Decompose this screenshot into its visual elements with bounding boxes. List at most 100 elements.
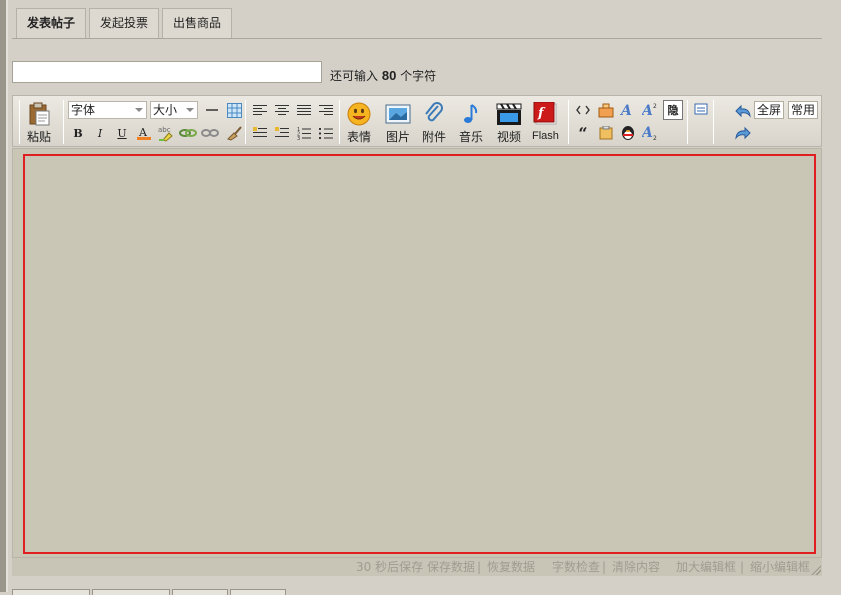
bottom-button-stub[interactable]	[12, 589, 90, 595]
align-justify-button[interactable]	[295, 101, 313, 119]
bottom-button-stub[interactable]	[92, 589, 170, 595]
free-tag-button[interactable]	[597, 101, 615, 119]
attachment-label: 附件	[422, 130, 447, 144]
bottom-button-stub[interactable]	[172, 589, 228, 595]
tab-start-poll[interactable]: 发起投票	[89, 8, 160, 38]
ordered-list-icon: 123	[297, 127, 311, 140]
font-size-value: 大小	[153, 103, 178, 117]
font-family-select[interactable]: 字体	[68, 101, 147, 119]
insert-table-button[interactable]	[225, 101, 243, 119]
paste-button[interactable]: 粘贴	[27, 102, 51, 145]
music-label: 音乐	[459, 130, 484, 144]
char-count-check-link[interactable]: 字数检查	[552, 558, 600, 576]
remaining-count: 80	[381, 68, 397, 83]
flash-icon: f	[533, 102, 557, 125]
ordered-list-button[interactable]: 123	[295, 124, 313, 142]
font-color-button[interactable]: A	[135, 124, 153, 142]
qq-button[interactable]	[619, 124, 637, 142]
font-color-icon: A	[137, 126, 151, 140]
emoticon-button[interactable]: 表情	[347, 102, 371, 145]
common-mode-button[interactable]: 常用	[788, 101, 819, 119]
bottom-button-stub[interactable]	[230, 589, 286, 595]
font-a-icon: A	[620, 103, 632, 118]
bold-button[interactable]: B	[69, 124, 87, 142]
rich-text-editor: 粘贴 字体 大小 B I U A abc 1 2 3 表情 图片 附件 音乐 视…	[12, 95, 822, 579]
bullet-list-icon	[319, 127, 333, 139]
subscript-button[interactable]: A2	[641, 124, 659, 142]
image-label: 图片	[385, 130, 410, 144]
image-icon	[385, 104, 411, 124]
unlink-button[interactable]	[201, 124, 219, 142]
window-left-edge-highlight	[6, 0, 8, 592]
editor-toolbar: 粘贴 字体 大小 B I U A abc 1 2 3 表情 图片 附件 音乐 视…	[12, 95, 822, 147]
chevron-down-icon	[135, 108, 143, 112]
horizontal-rule-button[interactable]	[203, 101, 221, 119]
outdent-button[interactable]	[251, 124, 269, 142]
indent-button[interactable]	[273, 124, 291, 142]
remaining-prefix: 还可输入	[330, 69, 379, 83]
highlight-button[interactable]: abc	[157, 124, 175, 142]
undo-button[interactable]	[734, 102, 752, 120]
tab-post-thread[interactable]: 发表帖子	[16, 8, 87, 39]
restore-data-link[interactable]: 恢复数据	[487, 558, 535, 576]
bottom-buttons-edge	[12, 589, 288, 595]
save-data-link[interactable]: 保存数据	[427, 558, 475, 576]
editor-area[interactable]	[12, 148, 822, 558]
unordered-list-button[interactable]	[317, 124, 335, 142]
indent-icon	[275, 127, 289, 137]
remaining-chars-text: 还可输入 80 个字符	[330, 67, 436, 84]
post-data-button[interactable]	[692, 101, 710, 119]
subject-input[interactable]	[12, 61, 322, 83]
table-icon	[226, 102, 242, 118]
font-size-select[interactable]: 大小	[150, 101, 198, 119]
clear-content-link[interactable]: 清除内容	[612, 558, 660, 576]
hide-content-button[interactable]: 隐	[663, 100, 683, 120]
superscript-button[interactable]: A2	[641, 101, 659, 119]
fullscreen-button[interactable]: 全屏	[754, 101, 785, 119]
insert-flash-button[interactable]: f Flash	[532, 102, 559, 142]
eraser-brush-icon	[227, 126, 242, 141]
clipboard-icon	[29, 102, 50, 126]
toolbar-separator	[19, 100, 20, 144]
clapperboard-icon	[496, 103, 522, 125]
align-right-button[interactable]	[317, 101, 335, 119]
music-note-icon	[464, 104, 478, 123]
chevron-down-icon	[186, 108, 194, 112]
subscript-icon: A2	[642, 125, 657, 141]
tab-sell-item[interactable]: 出售商品	[162, 8, 233, 38]
quote-button[interactable]: “	[574, 124, 592, 143]
editor-content-frame[interactable]	[23, 154, 816, 554]
emoticon-label: 表情	[347, 130, 372, 144]
align-justify-icon	[297, 105, 311, 115]
font-style-button[interactable]: A	[619, 101, 637, 119]
remove-format-button[interactable]	[225, 124, 243, 142]
toolbar-separator	[713, 100, 714, 144]
insert-image-button[interactable]: 图片	[385, 102, 411, 145]
redo-arrow-icon	[735, 126, 751, 140]
insert-link-button[interactable]	[179, 124, 197, 142]
code-button[interactable]	[574, 101, 592, 119]
redo-button[interactable]	[734, 124, 752, 142]
shrink-editor-link[interactable]: 缩小编辑框	[750, 558, 810, 576]
svg-text:2: 2	[653, 135, 657, 141]
toolbar-separator	[63, 100, 64, 144]
paste-label: 粘贴	[27, 130, 52, 144]
window-icon	[694, 103, 708, 115]
outdent-icon	[253, 127, 267, 137]
remaining-suffix: 个字符	[400, 69, 437, 83]
attach-list-button[interactable]	[597, 124, 615, 142]
resize-grip-icon[interactable]	[811, 565, 821, 575]
insert-music-button[interactable]: 音乐	[459, 102, 483, 145]
horizontal-line-icon	[206, 109, 218, 111]
enlarge-editor-link[interactable]: 加大编辑框	[676, 558, 736, 576]
link-icon	[179, 129, 197, 137]
video-label: 视频	[496, 130, 521, 144]
italic-button[interactable]: I	[91, 124, 109, 142]
attachment-button[interactable]: 附件	[422, 102, 446, 145]
font-family-value: 字体	[71, 103, 96, 117]
underline-button[interactable]: U	[113, 124, 131, 142]
insert-video-button[interactable]: 视频	[496, 102, 522, 145]
align-center-button[interactable]	[273, 101, 291, 119]
free-box-icon	[598, 103, 614, 118]
align-left-button[interactable]	[251, 101, 269, 119]
